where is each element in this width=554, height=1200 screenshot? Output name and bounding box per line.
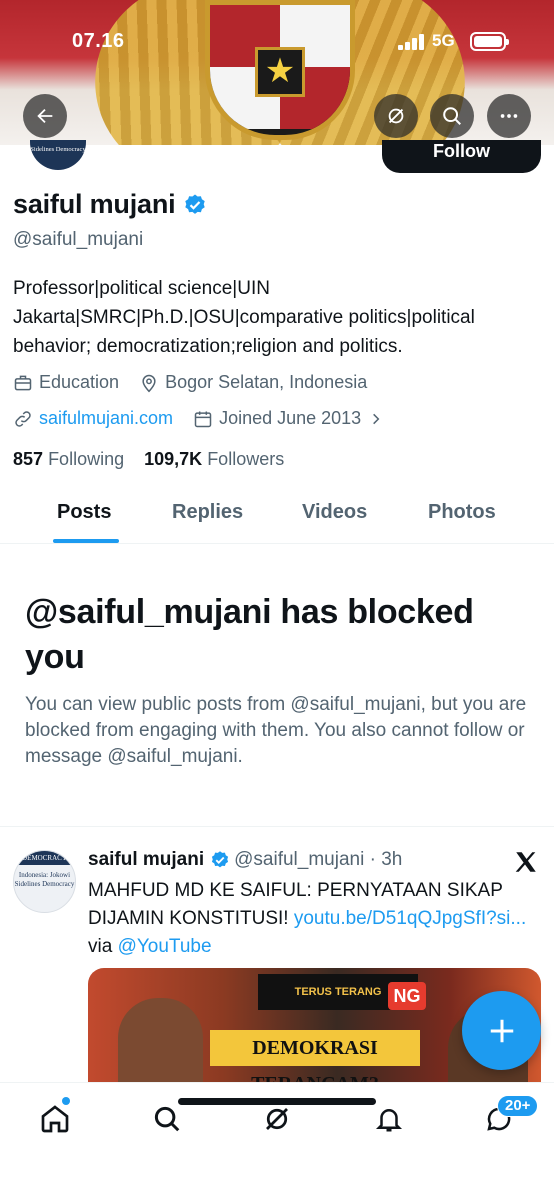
- x-logo-icon: [515, 852, 536, 872]
- nav-home[interactable]: [35, 1099, 75, 1139]
- nav-search[interactable]: [147, 1099, 187, 1139]
- tweet-author-name[interactable]: saiful mujani: [88, 849, 204, 871]
- more-icon: [500, 114, 518, 118]
- arrow-left-icon: [37, 108, 53, 124]
- profile-location: Bogor Selatan, Indonesia: [165, 372, 368, 392]
- tab-posts[interactable]: Posts: [57, 501, 111, 524]
- profile-avatar[interactable]: Sidelines Democracy: [30, 140, 86, 170]
- tweet-avatar-header: DEMOCRACY: [14, 851, 75, 865]
- battery-icon: [470, 32, 509, 51]
- tweet-link[interactable]: youtu.be/D51qQJpgSfI?si...: [294, 908, 526, 929]
- grok-icon: [266, 1108, 288, 1130]
- search-button[interactable]: [430, 94, 474, 138]
- tweet-text: MAHFUD MD KE SAIFUL: PERNYATAAN SIKAP DI…: [88, 880, 527, 957]
- banner-shield: ★: [205, 0, 355, 140]
- active-tab-indicator: [53, 539, 119, 543]
- nav-notifications[interactable]: [369, 1099, 409, 1139]
- briefcase-icon: [14, 375, 32, 390]
- messages-badge: 20+: [497, 1095, 539, 1117]
- profile-category: Education: [39, 372, 120, 392]
- tweet-avatar-body: Indonesia: Jokowi Sidelines Democracy: [14, 871, 75, 888]
- profile-name-row: saiful mujani: [13, 189, 207, 220]
- calendar-icon: [194, 411, 212, 427]
- profile-joined: Joined June 2013: [219, 408, 362, 428]
- grok-button[interactable]: [374, 94, 418, 138]
- compose-button[interactable]: [462, 991, 541, 1070]
- home-notification-dot: [62, 1097, 70, 1105]
- avatar-text: Sidelines Democracy: [30, 146, 86, 153]
- following-stat[interactable]: 857 Following: [13, 449, 124, 469]
- location-icon: [142, 374, 156, 392]
- blocked-description: You can view public posts from @saiful_m…: [25, 694, 527, 767]
- network-label: 5G: [432, 31, 455, 50]
- tab-photos[interactable]: Photos: [428, 501, 496, 524]
- signal-icon: [398, 34, 426, 50]
- home-indicator: [178, 1098, 376, 1105]
- link-icon: [15, 410, 31, 427]
- verified-badge-icon[interactable]: [210, 850, 230, 870]
- profile-stats: 857 Following 109,7K Followers: [13, 449, 284, 470]
- profile-tabs: Posts Replies Videos Photos: [0, 490, 554, 544]
- divider: [0, 826, 554, 827]
- profile-bio: Professor|political science|UIN Jakarta|…: [13, 278, 475, 357]
- profile-handle: @saiful_mujani: [13, 229, 144, 250]
- profile-name: saiful mujani: [13, 189, 176, 219]
- search-icon: [154, 1106, 180, 1132]
- verified-badge-icon[interactable]: [183, 193, 207, 217]
- followers-stat[interactable]: 109,7K Followers: [144, 449, 284, 469]
- search-icon: [443, 107, 461, 125]
- profile-website-link[interactable]: saifulmujani.com: [39, 408, 173, 429]
- more-options-button[interactable]: [487, 94, 531, 138]
- nav-grok[interactable]: [257, 1099, 297, 1139]
- tab-videos[interactable]: Videos: [302, 501, 367, 524]
- home-icon: [41, 1105, 69, 1133]
- back-button[interactable]: [23, 94, 67, 138]
- status-time: 07.16: [72, 30, 125, 52]
- plus-icon: [490, 1019, 513, 1042]
- tab-replies[interactable]: Replies: [172, 501, 243, 524]
- media-tag: NG: [388, 982, 426, 1010]
- bell-icon: [375, 1109, 403, 1132]
- status-bar: 07.16 5G: [0, 28, 554, 58]
- tweet-handle-time: @saiful_mujani · 3h: [234, 849, 403, 870]
- tweet-header: saiful mujani @saiful_mujani · 3h: [88, 849, 402, 871]
- chevron-right-icon[interactable]: [369, 412, 383, 426]
- profile-meta-row-1: Education Bogor Selatan, Indonesia: [13, 372, 367, 393]
- follow-button[interactable]: Follow: [382, 140, 541, 173]
- blocked-title: @saiful_mujani has blocked you: [25, 593, 474, 676]
- tweet-mention[interactable]: @YouTube: [118, 936, 212, 957]
- media-person-left: [118, 998, 203, 1088]
- tweet-avatar[interactable]: DEMOCRACY Indonesia: Jokowi Sidelines De…: [13, 850, 76, 913]
- profile-meta-row-2: saifulmujani.com Joined June 2013: [13, 408, 389, 429]
- media-banner-text: DEMOKRASI TERANCAM?: [210, 1030, 420, 1088]
- grok-icon: [388, 108, 404, 124]
